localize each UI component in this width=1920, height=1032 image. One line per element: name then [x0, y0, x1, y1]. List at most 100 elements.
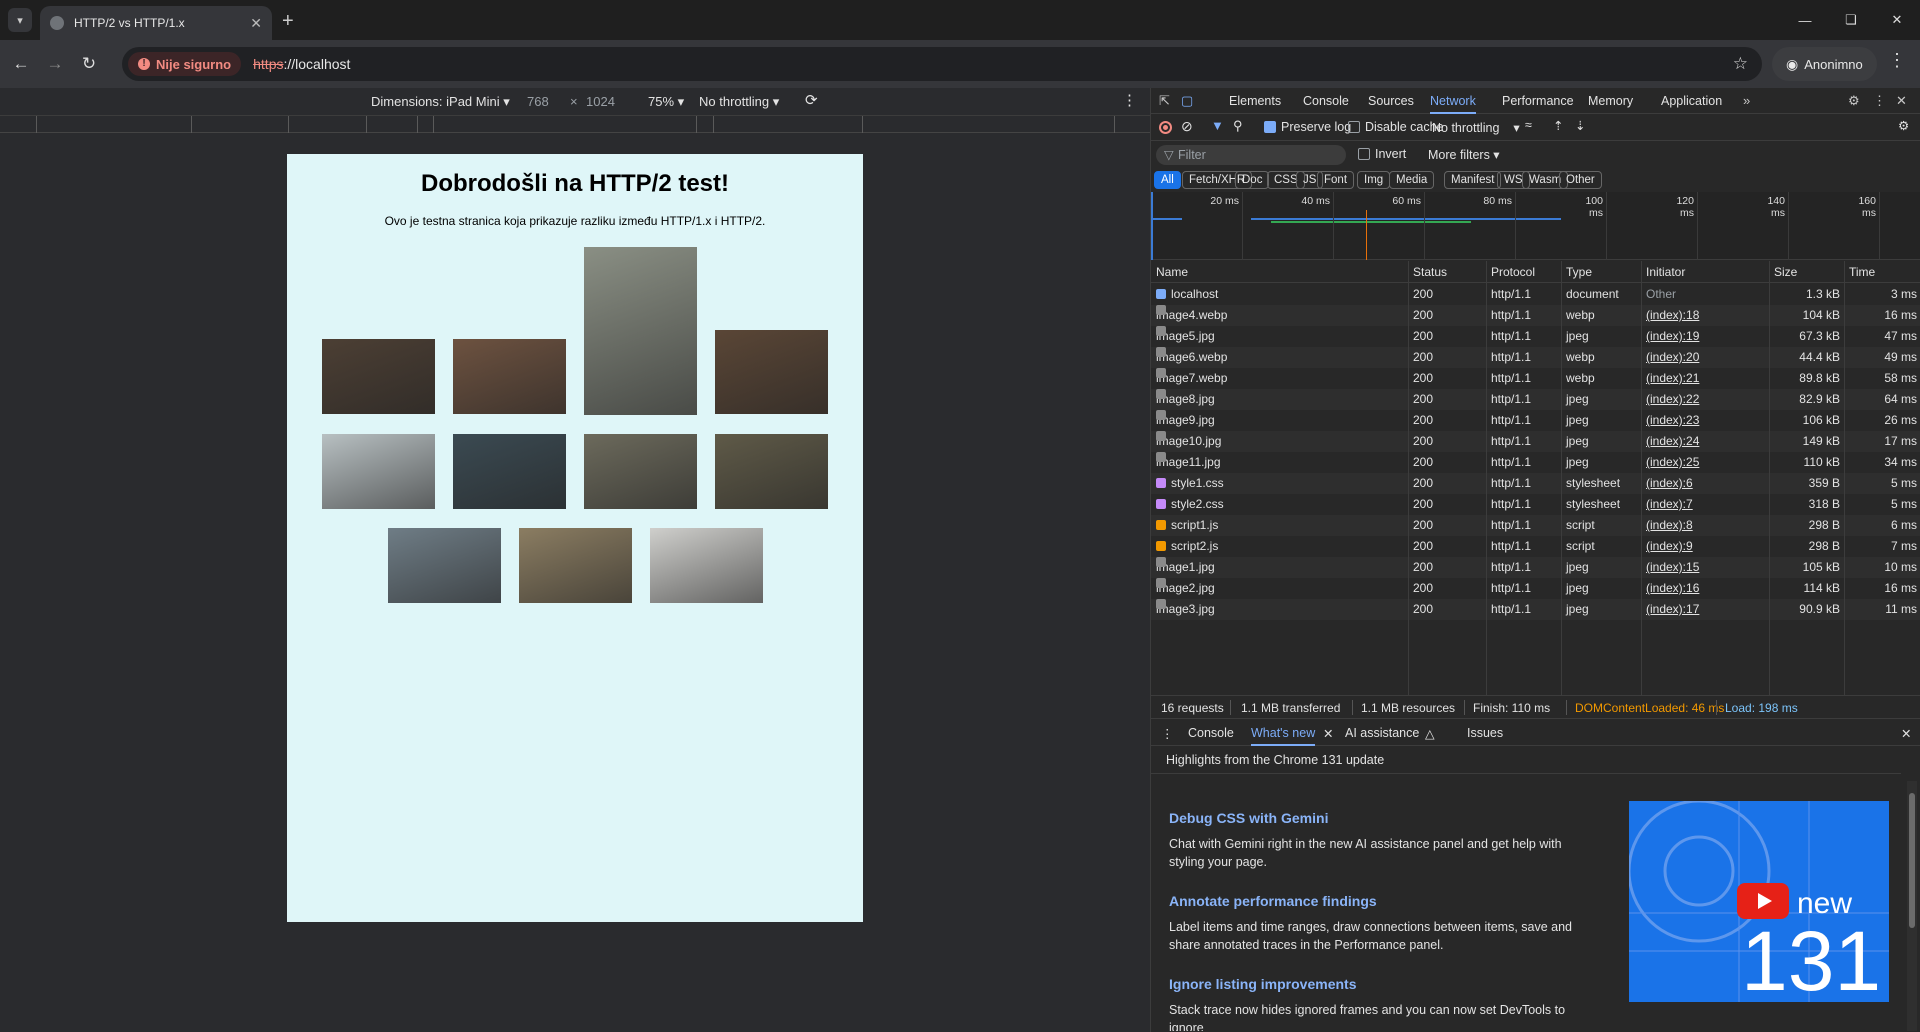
tab-sources[interactable]: Sources — [1368, 88, 1414, 114]
cell-initiator[interactable]: (index):22 — [1642, 389, 1769, 410]
cell-initiator[interactable]: (index):25 — [1642, 452, 1769, 473]
cell-initiator[interactable]: (index):24 — [1642, 431, 1769, 452]
minimize-button[interactable]: — — [1782, 0, 1828, 40]
type-filter-media[interactable]: Media — [1389, 171, 1435, 189]
table-row[interactable]: image10.jpg 200 http/1.1 jpeg (index):24 149 … — [1151, 431, 1920, 452]
table-row[interactable]: style1.css 200 http/1.1 stylesheet (index):6… — [1151, 473, 1920, 494]
table-row[interactable]: image8.jpg 200 http/1.1 jpeg (index):22 82.9 … — [1151, 389, 1920, 410]
drawer-tab-issues[interactable]: Issues — [1467, 726, 1503, 740]
more-options-icon[interactable]: ⋮ — [1122, 91, 1137, 109]
cell-initiator[interactable]: (index):8 — [1642, 515, 1769, 536]
clear-icon[interactable]: ⊘ — [1181, 118, 1193, 135]
filter-input[interactable]: ▽ Filter — [1156, 145, 1346, 165]
address-bar[interactable]: ! Nije sigurno https://localhost ☆ — [122, 47, 1762, 81]
tab-application[interactable]: Application — [1661, 88, 1722, 114]
column-header-protocol[interactable]: Protocol — [1487, 261, 1535, 283]
close-icon[interactable]: ✕ — [250, 15, 262, 32]
cell-initiator[interactable]: (index):18 — [1642, 305, 1769, 326]
devtools-menu-icon[interactable]: ⋮ — [1873, 93, 1886, 109]
tab-console[interactable]: Console — [1303, 88, 1349, 114]
browser-tab[interactable]: HTTP/2 vs HTTP/1.x ✕ — [40, 6, 272, 40]
drawer-tab-whats-new[interactable]: What's new — [1251, 726, 1316, 746]
table-row[interactable]: script2.js 200 http/1.1 script (index):9 298 … — [1151, 536, 1920, 557]
cell-initiator[interactable]: (index):6 — [1642, 473, 1769, 494]
search-icon[interactable]: ⚲ — [1233, 118, 1243, 134]
table-row[interactable]: localhost 200 http/1.1 document Other 1.3 kB 3… — [1151, 284, 1920, 305]
type-filter-other[interactable]: Other — [1559, 171, 1602, 189]
incognito-profile-button[interactable]: ◉ Anonimno — [1772, 47, 1877, 81]
tab-network[interactable]: Network — [1430, 88, 1476, 114]
drawer-tab-ai-assistance[interactable]: AI assistance — [1345, 726, 1419, 740]
table-row[interactable]: image7.webp 200 http/1.1 webp (index):21 89.8… — [1151, 368, 1920, 389]
zoom-select[interactable]: 75% ▾ — [648, 94, 684, 110]
url-text[interactable]: https://localhost — [253, 56, 350, 72]
more-filters-dropdown[interactable]: More filters ▾ — [1428, 147, 1500, 162]
back-button[interactable]: ← — [4, 47, 38, 81]
cell-initiator[interactable]: (index):17 — [1642, 599, 1769, 620]
table-row[interactable]: image5.jpg 200 http/1.1 jpeg (index):19 67.3 … — [1151, 326, 1920, 347]
filter-funnel-icon[interactable]: ▼ — [1211, 118, 1224, 133]
table-row[interactable]: image3.jpg 200 http/1.1 jpeg (index):17 90.9 … — [1151, 599, 1920, 620]
type-filter-manifest[interactable]: Manifest — [1444, 171, 1502, 189]
drawer-tab-console[interactable]: Console — [1188, 726, 1234, 740]
reload-button[interactable]: ↻ — [72, 47, 106, 81]
invert-checkbox[interactable]: Invert — [1358, 147, 1406, 161]
chrome-menu-icon[interactable]: ⋮ — [1888, 50, 1906, 71]
bookmark-star-icon[interactable]: ☆ — [1733, 54, 1748, 74]
column-header-time[interactable]: Time — [1845, 261, 1875, 283]
cell-initiator[interactable]: (index):19 — [1642, 326, 1769, 347]
tab-search-button[interactable]: ▾ — [8, 8, 32, 32]
throttling-select[interactable]: No throttling ▾ — [699, 94, 779, 110]
cell-initiator[interactable]: (index):23 — [1642, 410, 1769, 431]
table-row[interactable]: style2.css 200 http/1.1 stylesheet (index):7… — [1151, 494, 1920, 515]
table-row[interactable]: script1.js 200 http/1.1 script (index):8 298 … — [1151, 515, 1920, 536]
close-drawer-icon[interactable]: ✕ — [1901, 726, 1911, 741]
column-header-initiator[interactable]: Initiator — [1642, 261, 1685, 283]
network-conditions-icon[interactable]: ≈ — [1525, 118, 1532, 132]
drawer-menu-icon[interactable]: ⋮ — [1161, 726, 1174, 741]
type-filter-font[interactable]: Font — [1317, 171, 1355, 189]
import-har-icon[interactable]: ⇡ — [1553, 118, 1563, 133]
column-header-status[interactable]: Status — [1409, 261, 1447, 283]
cell-initiator[interactable]: (index):15 — [1642, 557, 1769, 578]
record-icon[interactable] — [1159, 121, 1172, 134]
device-height-input[interactable]: 1024 — [586, 94, 615, 109]
close-window-button[interactable]: ✕ — [1874, 0, 1920, 40]
forward-button[interactable]: → — [38, 47, 72, 81]
more-tabs-icon[interactable]: » — [1743, 93, 1750, 108]
type-filter-all[interactable]: All — [1154, 171, 1181, 189]
rotate-icon[interactable]: ⟳ — [805, 91, 818, 109]
cell-initiator[interactable]: (index):9 — [1642, 536, 1769, 557]
chrome-131-video-thumbnail[interactable]: new 131 — [1629, 801, 1889, 1002]
device-dimensions-select[interactable]: Dimensions: iPad Mini ▾ — [371, 94, 510, 110]
tab-performance[interactable]: Performance — [1502, 88, 1574, 114]
cell-initiator[interactable]: (index):7 — [1642, 494, 1769, 515]
inspect-element-icon[interactable]: ⇱ — [1159, 93, 1170, 109]
scrollbar-thumb[interactable] — [1909, 793, 1915, 928]
whats-new-title-1[interactable]: Debug CSS with Gemini — [1169, 810, 1328, 826]
column-header-size[interactable]: Size — [1770, 261, 1797, 283]
column-header-type[interactable]: Type — [1562, 261, 1592, 283]
type-filter-doc[interactable]: Doc — [1235, 171, 1270, 189]
table-row[interactable]: image2.jpg 200 http/1.1 jpeg (index):16 114 k… — [1151, 578, 1920, 599]
cell-initiator[interactable]: (index):21 — [1642, 368, 1769, 389]
table-row[interactable]: image1.jpg 200 http/1.1 jpeg (index):15 105 k… — [1151, 557, 1920, 578]
table-row[interactable]: image4.webp 200 http/1.1 webp (index):18 104 … — [1151, 305, 1920, 326]
network-throttling-select[interactable]: No throttling ▾ — [1432, 120, 1520, 135]
device-toggle-icon[interactable]: ▢ — [1181, 93, 1193, 109]
new-tab-button[interactable]: + — [282, 10, 294, 33]
network-settings-gear-icon[interactable]: ⚙ — [1898, 118, 1909, 133]
whats-new-title-3[interactable]: Ignore listing improvements — [1169, 976, 1356, 992]
table-row[interactable]: image9.jpg 200 http/1.1 jpeg (index):23 106 k… — [1151, 410, 1920, 431]
close-whats-new-icon[interactable]: ✕ — [1323, 726, 1333, 741]
table-row[interactable]: image6.webp 200 http/1.1 webp (index):20 44.4… — [1151, 347, 1920, 368]
device-width-input[interactable]: 768 — [527, 94, 549, 109]
cell-initiator[interactable]: (index):16 — [1642, 578, 1769, 599]
export-har-icon[interactable]: ⇣ — [1575, 118, 1585, 133]
column-header-name[interactable]: Name — [1152, 261, 1188, 283]
disable-cache-checkbox[interactable]: Disable cache — [1348, 120, 1444, 134]
preserve-log-checkbox[interactable]: Preserve log — [1264, 120, 1351, 134]
security-chip[interactable]: ! Nije sigurno — [128, 52, 242, 76]
table-row[interactable]: image11.jpg 200 http/1.1 jpeg (index):25 110 … — [1151, 452, 1920, 473]
network-overview-timeline[interactable]: 20 ms 40 ms 60 ms 80 ms 100 ms 120 ms 140 ms 16… — [1151, 192, 1920, 260]
